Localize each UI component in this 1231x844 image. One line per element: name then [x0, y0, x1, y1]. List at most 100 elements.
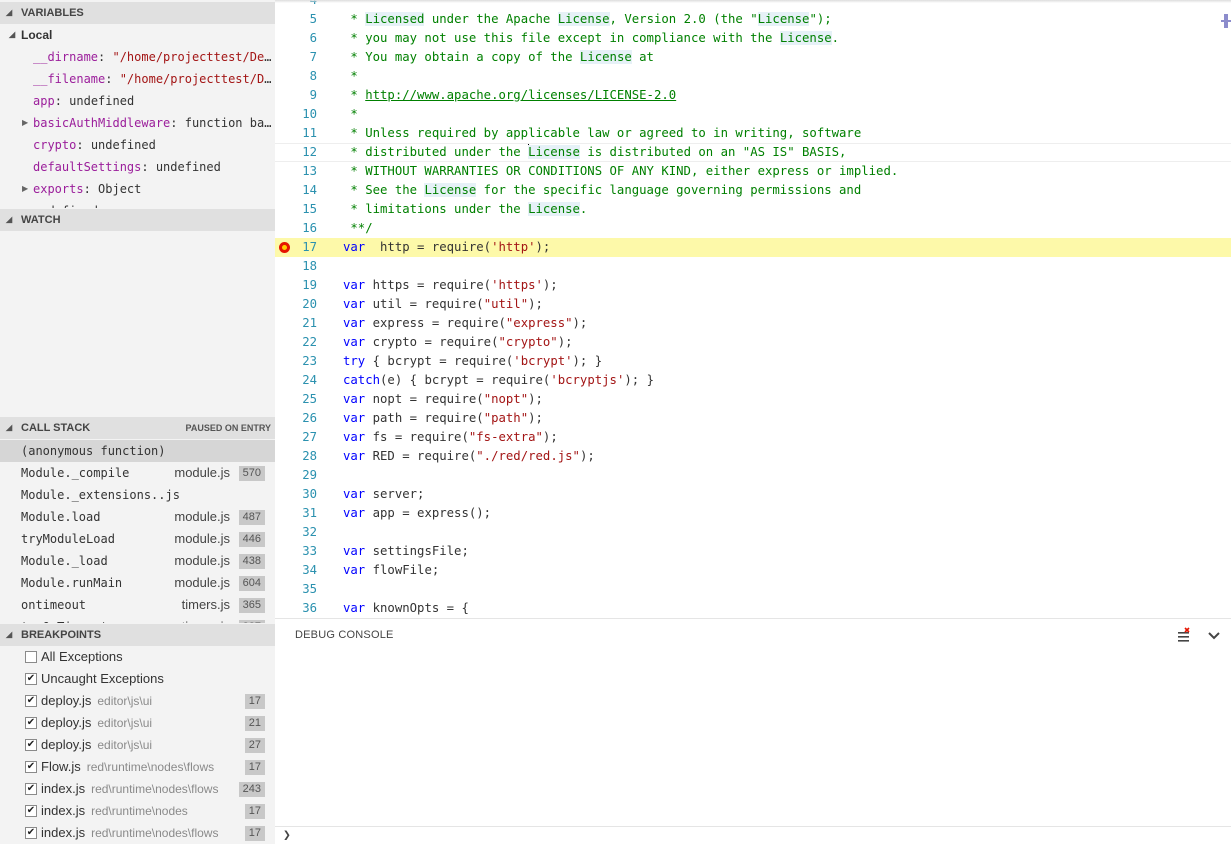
stack-frame[interactable]: Module._load module.js 438	[0, 550, 275, 572]
breakpoint-item[interactable]: ✔ deploy.js editor\js\ui 17	[0, 690, 275, 712]
code-token: var	[343, 297, 366, 311]
code-text: var fs = require("fs-extra");	[343, 428, 558, 447]
chevron-down-icon: ◢	[6, 215, 13, 224]
breakpoint-path: editor\js\ui	[97, 738, 153, 752]
breakpoint-file: deploy.js editor\js\ui	[41, 712, 152, 734]
code-token: for the specific language governing perm…	[476, 183, 862, 197]
breakpoint-checkbox[interactable]: ✔	[25, 717, 37, 729]
breakpoint-item[interactable]: ✔ Flow.js red\runtime\nodes\flows 17	[0, 756, 275, 778]
variable-separator: :	[105, 72, 120, 86]
code-token: var	[343, 563, 366, 577]
debug-sidebar: ◢ VARIABLES ◢ Local __dirname: "/home/pr…	[0, 0, 275, 844]
breakpoint-path: editor\js\ui	[97, 716, 153, 730]
stack-frame[interactable]: Module._extensions..js	[0, 484, 275, 506]
call-stack-section-header[interactable]: ◢ CALL STACK PAUSED ON ENTRY	[0, 417, 275, 439]
frame-function: ontimeout	[21, 598, 87, 612]
stack-frame[interactable]: ontimeout timers.js 365	[0, 594, 275, 616]
line-number: 20	[302, 297, 317, 311]
variable-separator: :	[76, 138, 91, 152]
clear-console-button[interactable]	[1175, 627, 1193, 645]
breakpoint-checkbox[interactable]: ✔	[25, 673, 37, 685]
variable-row[interactable]: undefined	[0, 200, 275, 208]
chevron-right-icon[interactable]: ▶	[22, 178, 28, 200]
code-token: **/	[343, 221, 373, 235]
stack-frame[interactable]: Module._compile module.js 570	[0, 462, 275, 484]
code-line: 24 catch(e) { bcrypt = require('bcryptjs'…	[275, 371, 1231, 390]
variable-row[interactable]: defaultSettings: undefined	[0, 156, 275, 178]
breakpoint-checkbox[interactable]: ✔	[25, 805, 37, 817]
code-token: var	[343, 487, 366, 501]
code-token: var	[343, 544, 366, 558]
variable-row[interactable]: __dirname: "/home/projecttest/Des…	[0, 46, 275, 68]
code-token: License	[557, 12, 610, 26]
variable-separator: :	[141, 160, 156, 174]
chevron-right-icon[interactable]: ▶	[22, 112, 28, 134]
breakpoint-item[interactable]: ✔ index.js red\runtime\nodes\flows 17	[0, 822, 275, 844]
line-number: 29	[302, 468, 317, 482]
breakpoint-item[interactable]: ✔ index.js red\runtime\nodes 17	[0, 800, 275, 822]
repl-input[interactable]	[299, 828, 1199, 844]
breakpoint-item[interactable]: ✔ deploy.js editor\js\ui 27	[0, 734, 275, 756]
variable-row[interactable]: crypto: undefined	[0, 134, 275, 156]
stack-frame[interactable]: tryModuleLoad module.js 446	[0, 528, 275, 550]
code-editor[interactable]: 45 * Licensed under the Apache License, …	[275, 0, 1231, 618]
breakpoint-checkbox[interactable]	[25, 651, 37, 663]
code-line: 22 var crypto = require("crypto");	[275, 333, 1231, 352]
call-stack-title: CALL STACK	[21, 422, 91, 434]
code-text: * Licensed under the Apache License, Ver…	[343, 10, 832, 29]
code-token: *	[343, 12, 366, 26]
license-url-link[interactable]: http://www.apache.org/licenses/LICENSE-2…	[365, 88, 676, 102]
code-token: * Unless required by applicable law or a…	[343, 126, 862, 140]
breakpoint-checkbox[interactable]: ✔	[25, 739, 37, 751]
variable-row[interactable]: __filename: "/home/projecttest/De…	[0, 68, 275, 90]
watch-title: WATCH	[21, 214, 61, 226]
code-token: http = require(	[365, 240, 492, 254]
code-line: 28 var RED = require("./red/red.js");	[275, 447, 1231, 466]
breakpoint-item[interactable]: ✔ index.js red\runtime\nodes\flows 243	[0, 778, 275, 800]
variable-row[interactable]: ▶ exports: Object	[0, 178, 275, 200]
variables-section-header[interactable]: ◢ VARIABLES	[0, 2, 275, 24]
code-line: 31 var app = express();	[275, 504, 1231, 523]
check-icon: ✔	[26, 783, 36, 794]
stack-frame[interactable]: tryOnTimeout timers.js 237	[0, 616, 275, 623]
breakpoint-file: index.js red\runtime\nodes	[41, 800, 188, 822]
line-number: 13	[302, 164, 317, 178]
breakpoint-checkbox[interactable]: ✔	[25, 761, 37, 773]
breakpoints-section-header[interactable]: ◢ BREAKPOINTS	[0, 624, 275, 646]
code-text: * WITHOUT WARRANTIES OR CONDITIONS OF AN…	[343, 162, 898, 181]
breakpoint-checkbox[interactable]: ✔	[25, 783, 37, 795]
variable-name: app	[33, 94, 55, 108]
breakpoint-checkbox[interactable]: ✔	[25, 695, 37, 707]
variable-row[interactable]: ▶ basicAuthMiddleware: function bas…	[0, 112, 275, 134]
check-icon: ✔	[26, 673, 36, 684]
breakpoint-item[interactable]: All Exceptions	[0, 646, 275, 668]
breakpoint-file: index.js red\runtime\nodes\flows	[41, 778, 218, 800]
breakpoint-path: editor\js\ui	[97, 694, 153, 708]
frame-file: timers.js	[182, 616, 230, 623]
code-token: { bcrypt = require(	[365, 354, 514, 368]
variable-text: __filename: "/home/projecttest/De…	[33, 68, 275, 90]
code-token: License	[424, 183, 477, 197]
stack-frame[interactable]: Module.load module.js 487	[0, 506, 275, 528]
code-text: *	[343, 67, 357, 86]
stack-frame[interactable]: Module.runMain module.js 604	[0, 572, 275, 594]
stack-frame[interactable]: (anonymous function)	[0, 440, 275, 462]
breakpoint-item[interactable]: ✔ Uncaught Exceptions	[0, 668, 275, 690]
breakpoint-file: All Exceptions	[41, 646, 123, 668]
code-token: License	[528, 202, 580, 216]
frame-line-badge: 438	[238, 554, 265, 569]
breakpoint-file: index.js red\runtime\nodes\flows	[41, 822, 218, 844]
breakpoint-item[interactable]: ✔ deploy.js editor\js\ui 21	[0, 712, 275, 734]
watch-section-header[interactable]: ◢ WATCH	[0, 209, 275, 231]
call-stack-list: (anonymous function) Module._compile modul…	[0, 440, 275, 623]
code-token: try	[343, 354, 366, 368]
code-line: 17 var http = require('http');	[275, 238, 1231, 257]
breakpoint-checkbox[interactable]: ✔	[25, 827, 37, 839]
variable-name: basicAuthMiddleware	[33, 116, 171, 130]
chevron-down-icon	[1208, 632, 1220, 640]
line-number: 8	[309, 69, 317, 83]
variable-row[interactable]: app: undefined	[0, 90, 275, 112]
code-token: * WITHOUT WARRANTIES OR CONDITIONS OF AN…	[343, 164, 899, 178]
collapse-panel-button[interactable]	[1205, 627, 1223, 645]
variable-separator: :	[170, 116, 185, 130]
